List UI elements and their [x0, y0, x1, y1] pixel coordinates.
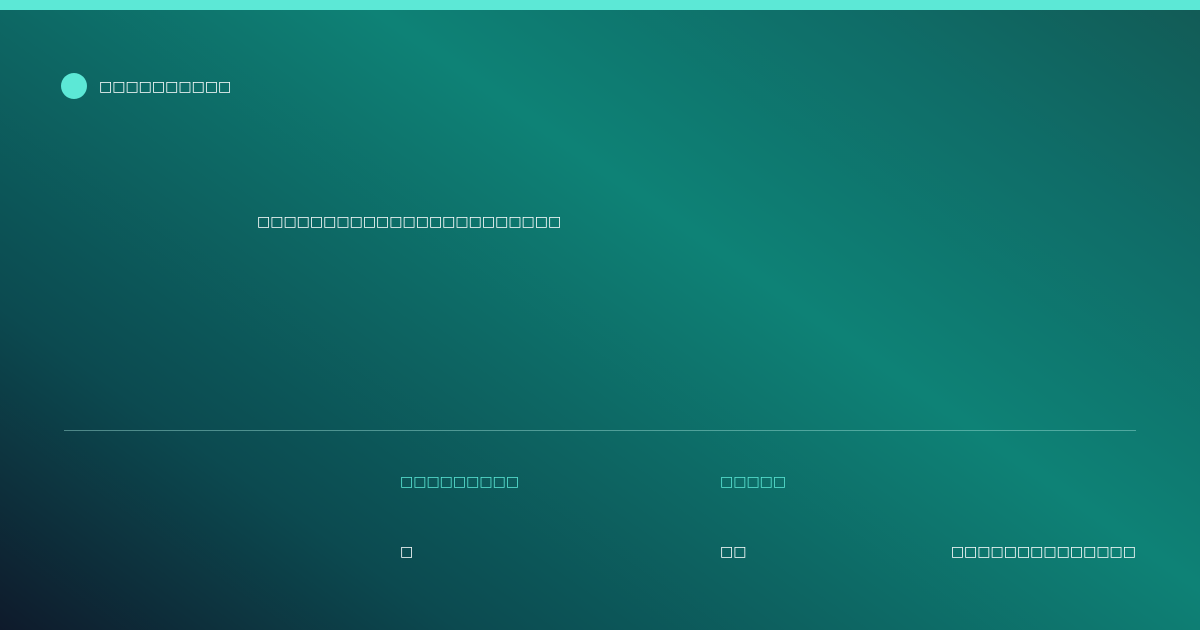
meta-value-3: □□□□□□□□□□□□□□	[950, 544, 1136, 560]
accent-bar	[0, 0, 1200, 10]
headline: □□□□□□□□□□□□□□□□□□□□□□□	[257, 214, 562, 230]
meta-label-2: □□□□□	[720, 474, 787, 490]
meta-value-1: □	[400, 544, 414, 560]
brand-dot-icon	[61, 73, 87, 99]
meta-label-1: □□□□□□□□□	[400, 474, 520, 490]
meta-value-2: □□	[720, 544, 747, 560]
brand-name: □□□□□□□□□□	[99, 79, 232, 95]
divider	[64, 430, 1136, 431]
